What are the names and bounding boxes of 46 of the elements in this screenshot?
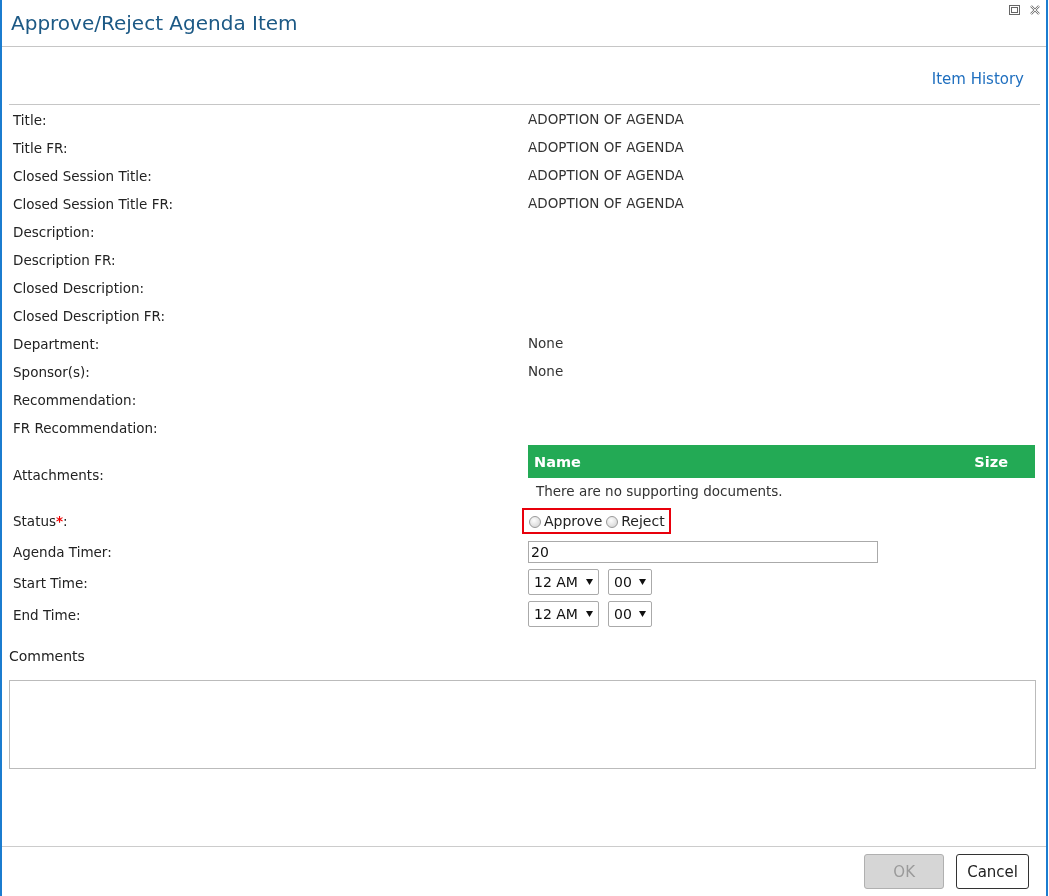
field-label: FR Recommendation: (13, 419, 158, 436)
field-label: Closed Session Title: (13, 167, 152, 184)
field-label: Title FR: (13, 139, 68, 156)
column-header: Name (534, 453, 581, 470)
caret-icon (586, 579, 593, 585)
field-label: Department: (13, 335, 100, 352)
window-title: Approve/Reject Agenda Item (11, 10, 298, 37)
cancel-button[interactable]: Cancel (956, 854, 1029, 889)
radio-label[interactable]: Approve (544, 512, 603, 529)
restore-icon[interactable] (1009, 5, 1020, 15)
field-value: ADOPTION OF AGENDA (528, 167, 684, 183)
field-label: End Time: (13, 606, 81, 623)
caret-icon (639, 579, 646, 585)
radio-label[interactable]: Reject (621, 512, 665, 529)
field-label: Description: (13, 223, 95, 240)
field-value: None (528, 335, 564, 351)
caret-icon (586, 611, 593, 617)
minute-dropdown[interactable]: 00 (608, 601, 652, 627)
column-header: Size (974, 453, 1008, 470)
field-label: Closed Description FR: (13, 307, 166, 324)
field-label: Start Time: (13, 574, 88, 591)
caret-icon (639, 611, 646, 617)
field-value: ADOPTION OF AGENDA (528, 139, 684, 155)
field-value: None (528, 363, 564, 379)
minute-dropdown[interactable]: 00 (608, 569, 652, 595)
field-label: Recommendation: (13, 391, 137, 408)
comments-field[interactable] (9, 680, 1036, 769)
field-value: ADOPTION OF AGENDA (528, 111, 684, 127)
field-label: Title: (13, 111, 47, 128)
timer-field[interactable]: 20 (528, 540, 878, 563)
radio-button[interactable] (529, 515, 541, 528)
empty-message: There are no supporting documents. (535, 482, 784, 501)
item-history-link[interactable]: Item History (931, 70, 1024, 88)
comments-label: Comments (9, 648, 85, 664)
field-label: Description FR: (13, 251, 116, 268)
hour-dropdown[interactable]: 12 AM (528, 569, 599, 595)
field-value: ADOPTION OF AGENDA (528, 195, 684, 211)
field-label: Agenda Timer: (13, 544, 112, 560)
close-icon[interactable] (1030, 5, 1040, 15)
field-label: Closed Description: (13, 279, 145, 296)
field-label: Attachments: (13, 467, 104, 483)
field-label: Closed Session Title FR: (13, 195, 173, 212)
radio-button[interactable] (606, 515, 619, 528)
hour-dropdown[interactable]: 12 AM (528, 601, 599, 627)
field-label: Status*: (13, 513, 68, 529)
field-label: Sponsor(s): (13, 363, 90, 380)
